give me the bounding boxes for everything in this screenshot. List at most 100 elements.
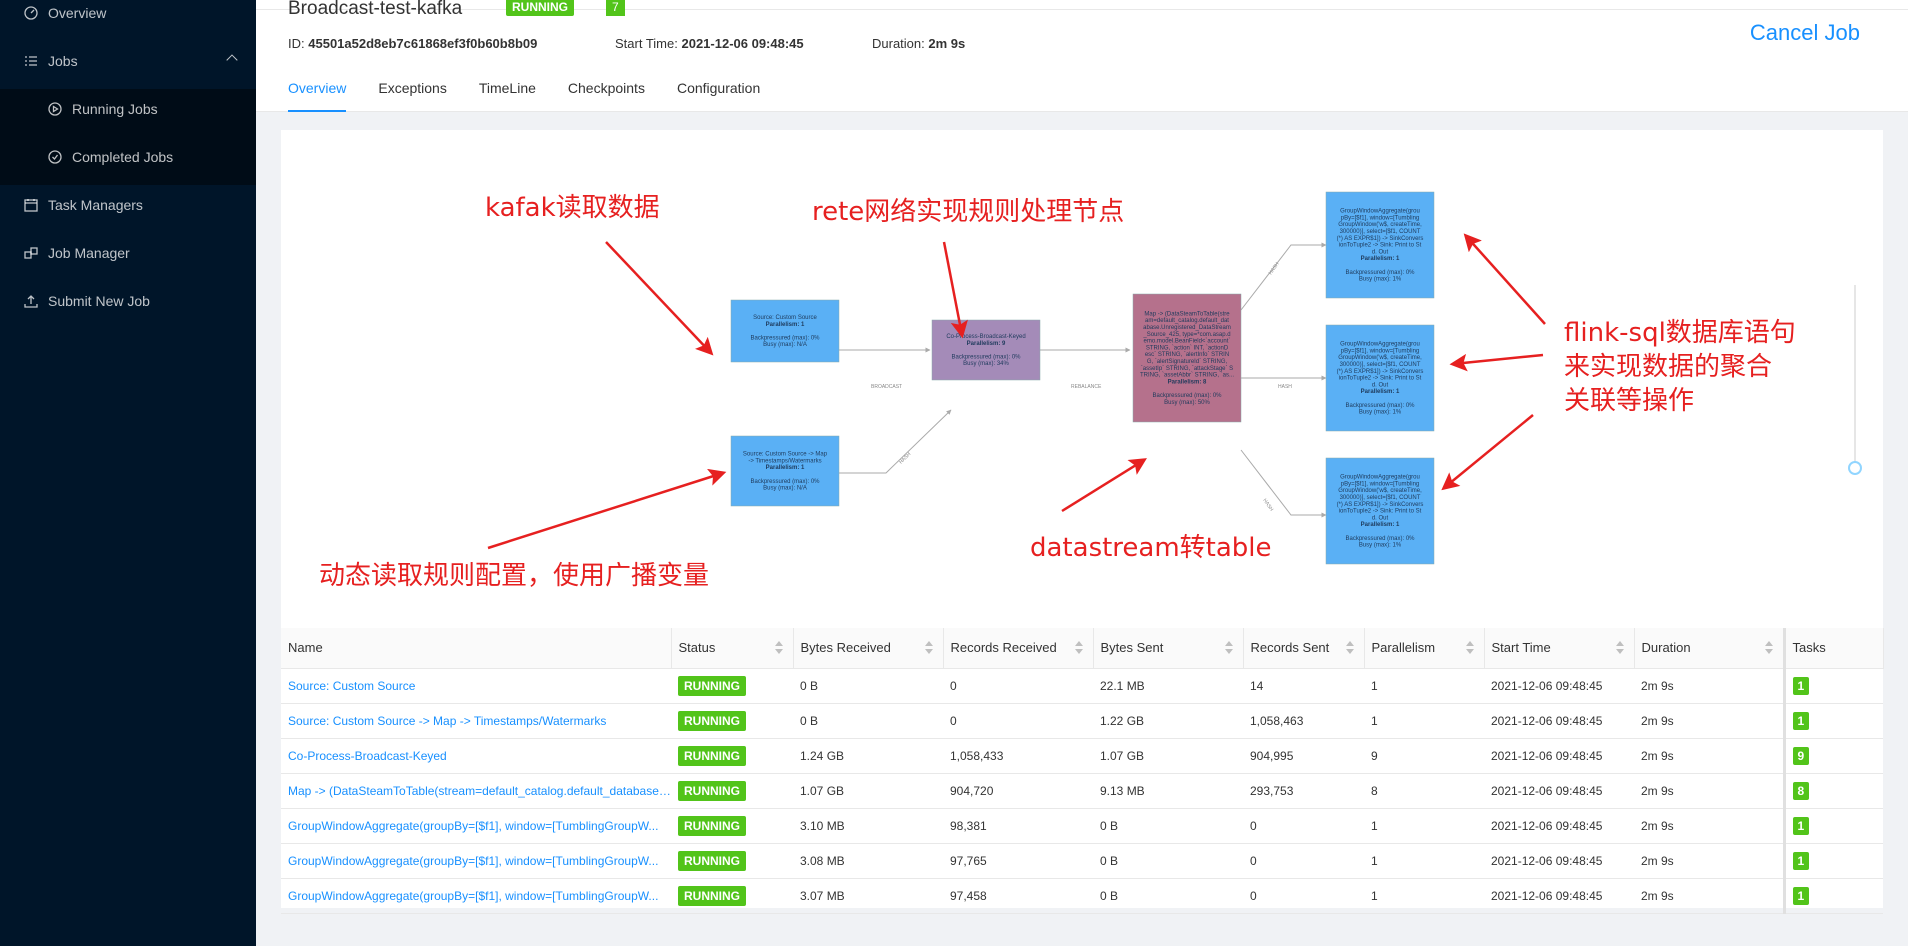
graph-node[interactable]: Source: Custom SourceParallelism: 1 Backp… [730, 299, 840, 363]
column-header[interactable]: Records Sent [1243, 628, 1365, 669]
table-row[interactable]: Source: Custom Source RUNNING 0 B 0 22.1 MB 1… [281, 668, 1883, 704]
table-cell: 0 B [1093, 878, 1243, 914]
graph-node-text: TRING, `assetAbbr` STRING, `as... [1140, 373, 1234, 379]
table-row[interactable]: GroupWindowAggregate(groupBy=[$f1], wind… [281, 808, 1883, 844]
tasks-cell: 1 [1782, 668, 1883, 704]
sort-icon[interactable] [924, 641, 933, 657]
tab-timeline[interactable]: TimeLine [479, 80, 536, 112]
tab-exceptions[interactable]: Exceptions [378, 80, 446, 112]
status-cell: RUNNING [671, 703, 793, 739]
graph-node-text: GroupWindow('w$, createTime, [1338, 355, 1422, 361]
annotation-datastream: datastream转table [1030, 533, 1272, 563]
sort-icon[interactable] [1465, 641, 1474, 657]
graph-node-box[interactable] [931, 319, 1041, 381]
sidebar-item-label: Submit New Job [48, 293, 150, 309]
status-cell: RUNNING [671, 878, 793, 914]
table-row[interactable]: GroupWindowAggregate(groupBy=[$f1], wind… [281, 878, 1883, 914]
tab-checkpoints[interactable]: Checkpoints [568, 80, 645, 112]
sidebar-item-running-jobs[interactable]: Running Jobs [0, 89, 256, 129]
graph-node-text: 300000)], select=[$f1, COUNT [1340, 362, 1421, 368]
graph-node-box[interactable] [730, 299, 840, 363]
vertex-name-link[interactable]: Source: Custom Source [281, 668, 671, 704]
table-cell: 9.13 MB [1093, 773, 1243, 809]
graph-node-text: Backpressured (max): 0% [1345, 403, 1415, 409]
graph-node-text: _Source_425, type=*com.asap.d [1142, 332, 1230, 338]
graph-node-text: Source: Custom Source -> Map [743, 452, 828, 458]
task-count-badge: 1 [1792, 816, 1810, 835]
status-badge: RUNNING [678, 850, 746, 871]
zoom-slider-track[interactable] [1854, 285, 1856, 475]
graph-node[interactable]: GroupWindowAggregate(groupBy=[$f1], wind… [1325, 191, 1435, 299]
table-row[interactable]: Co-Process-Broadcast-Keyed RUNNING 1.24 GB… [281, 738, 1883, 774]
vertex-name-link[interactable]: GroupWindowAggregate(groupBy=[$f1], wind… [281, 808, 671, 844]
sidebar-item-overview[interactable]: Overview [0, 0, 256, 33]
sort-icon[interactable] [1224, 641, 1233, 657]
graph-node-text: Parallelism: 1 [766, 465, 805, 471]
table-cell: 1.22 GB [1093, 703, 1243, 739]
vertex-name-link[interactable]: GroupWindowAggregate(groupBy=[$f1], wind… [281, 843, 671, 879]
sort-icon[interactable] [1074, 641, 1083, 657]
job-task-count-badge: 7 [606, 0, 625, 16]
sidebar-item-jobs[interactable]: Jobs [0, 41, 256, 81]
sidebar-item-submit-new-job[interactable]: Submit New Job [0, 281, 256, 321]
column-header[interactable]: Records Received [943, 628, 1094, 669]
graph-node-text: d. Out [1372, 249, 1389, 255]
annotation-arrow [1449, 353, 1544, 372]
annotation-arrow [1061, 458, 1147, 513]
graph-node-text: Backpressured (max): 0% [750, 479, 820, 485]
table-cell: 2m 9s [1634, 843, 1784, 879]
column-header[interactable]: Bytes Received [793, 628, 944, 669]
vertex-name-link[interactable]: GroupWindowAggregate(groupBy=[$f1], wind… [281, 878, 671, 914]
play-circle-icon [48, 102, 62, 116]
column-header[interactable]: Start Time [1484, 628, 1635, 669]
task-count-badge: 9 [1792, 746, 1810, 765]
job-graph[interactable]: BROADCAST HASH REBALANCE HASH HASH HASH … [281, 130, 1883, 628]
column-header[interactable]: Parallelism [1364, 628, 1485, 669]
status-cell: RUNNING [671, 773, 793, 809]
table-cell: 293,753 [1243, 773, 1364, 809]
table-cell: 0 B [793, 703, 943, 739]
column-header[interactable]: Name [281, 628, 672, 669]
graph-node-text: emo.model.BeanField<`account` [1144, 339, 1231, 345]
zoom-slider-handle[interactable] [1848, 461, 1862, 475]
graph-node[interactable]: Source: Custom Source -> Map-> Timestamp… [730, 435, 840, 507]
column-header[interactable]: Bytes Sent [1093, 628, 1244, 669]
graph-node[interactable]: Map -> (DataSteamToTable(stream=default_… [1132, 293, 1242, 423]
table-cell: 2m 9s [1634, 703, 1784, 739]
sort-icon[interactable] [1345, 641, 1354, 657]
graph-node[interactable]: GroupWindowAggregate(groupBy=[$f1], wind… [1325, 324, 1435, 432]
graph-node-text: ionToTuple2 -> Sink: Print to St [1339, 243, 1422, 249]
sort-icon[interactable] [774, 641, 783, 657]
table-row[interactable]: Map -> (DataSteamToTable(stream=default_… [281, 773, 1883, 809]
vertex-name-link[interactable]: Co-Process-Broadcast-Keyed [281, 738, 671, 774]
cancel-job-button[interactable]: Cancel Job [1750, 20, 1860, 46]
table-row[interactable]: GroupWindowAggregate(groupBy=[$f1], wind… [281, 843, 1883, 879]
tab-overview[interactable]: Overview [288, 80, 347, 112]
sidebar-item-label: Running Jobs [72, 101, 158, 117]
annotation-line: 关联等操作 [1564, 385, 1695, 416]
sidebar-item-job-manager[interactable]: Job Manager [0, 233, 256, 273]
graph-node[interactable]: GroupWindowAggregate(groupBy=[$f1], wind… [1325, 457, 1435, 565]
sidebar-item-completed-jobs[interactable]: Completed Jobs [0, 137, 256, 177]
table-cell: 3.08 MB [793, 843, 943, 879]
tab-configuration[interactable]: Configuration [677, 80, 760, 112]
graph-node-text: pBy=[$f1], window=[Tumbling [1341, 481, 1420, 487]
edge-label: REBALANCE [1071, 384, 1102, 390]
graph-node-text: Busy (max): N/A [763, 486, 807, 492]
vertex-name-link[interactable]: Source: Custom Source -> Map -> Timestam… [281, 703, 671, 739]
graph-node[interactable]: Co-Process-Broadcast-KeyedParallelism: 9… [931, 319, 1041, 381]
table-cell: 3.07 MB [793, 878, 943, 914]
job-tabs: Overview Exceptions TimeLine Checkpoints… [288, 80, 792, 112]
graph-node-text: Source: Custom Source [753, 315, 817, 321]
table-row[interactable]: Source: Custom Source -> Map -> Timestam… [281, 703, 1883, 739]
sort-icon[interactable] [1615, 641, 1624, 657]
duration-value: 2m 9s [928, 36, 966, 51]
graph-node-text: GroupWindowAggregate(grou [1340, 475, 1420, 481]
status-cell: RUNNING [671, 808, 793, 844]
sort-icon[interactable] [1764, 641, 1773, 657]
column-header[interactable]: Duration [1634, 628, 1785, 669]
vertex-name-link[interactable]: Map -> (DataSteamToTable(stream=default_… [281, 773, 671, 809]
column-header[interactable]: Status [671, 628, 794, 669]
sidebar-item-task-managers[interactable]: Task Managers [0, 185, 256, 225]
edge-label: HASH [1261, 498, 1274, 513]
